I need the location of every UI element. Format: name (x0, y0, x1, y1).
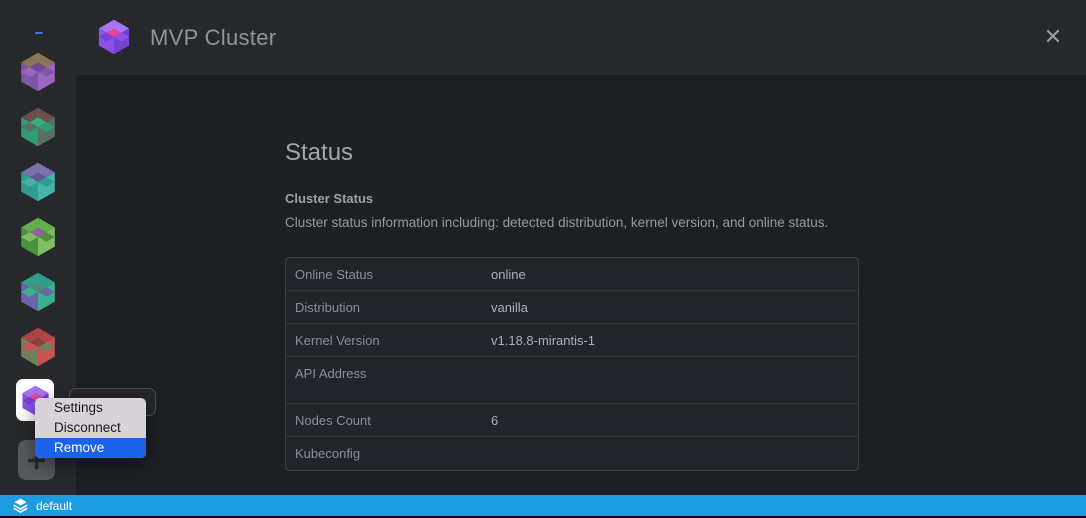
status-heading: Status (285, 139, 1086, 167)
menu-item-remove[interactable]: Remove (35, 438, 146, 458)
cluster-cube-icon (18, 327, 58, 367)
sidebar-item-cluster-6[interactable] (18, 327, 58, 367)
row-label: Kubeconfig (295, 446, 491, 461)
row-label: Online Status (295, 267, 491, 282)
table-row: Distribution vanilla (286, 291, 858, 324)
menu-item-disconnect[interactable]: Disconnect (35, 418, 146, 438)
sidebar-item-cluster-3[interactable] (18, 162, 58, 202)
table-row: API Address (286, 357, 858, 404)
cluster-status-description: Cluster status information including: de… (285, 215, 1086, 230)
sidebar-item-cluster-5[interactable] (18, 272, 58, 312)
sidebar-item-cluster-2[interactable] (18, 107, 58, 147)
table-row: Online Status online (286, 258, 858, 291)
status-bar: default (0, 495, 1086, 516)
row-value: online (491, 267, 526, 282)
cluster-status-table: Online Status online Distribution vanill… (285, 257, 859, 471)
table-row: Kubeconfig (286, 437, 858, 470)
cluster-status-title: Cluster Status (285, 191, 1086, 206)
row-value: 6 (491, 413, 498, 428)
sidebar-scroll-indicator (35, 32, 43, 34)
cluster-cube-icon (18, 162, 58, 202)
namespace-label[interactable]: default (36, 499, 72, 513)
row-value: vanilla (491, 300, 528, 315)
sidebar-item-cluster-4[interactable] (18, 217, 58, 257)
titlebar: MVP Cluster ✕ (0, 0, 1086, 75)
table-row: Kernel Version v1.18.8-mirantis-1 (286, 324, 858, 357)
close-icon[interactable]: ✕ (1041, 25, 1065, 49)
cluster-context-menu: Settings Disconnect Remove (35, 398, 146, 458)
row-label: Kernel Version (295, 333, 491, 348)
table-row: Nodes Count 6 (286, 404, 858, 437)
row-value: v1.18.8-mirantis-1 (491, 333, 595, 348)
sidebar-item-cluster-1[interactable] (18, 52, 58, 92)
page-title: MVP Cluster (150, 25, 276, 51)
namespace-layers-icon (12, 498, 29, 513)
row-label: Distribution (295, 300, 491, 315)
cluster-cube-icon (18, 217, 58, 257)
main-content: Status Cluster Status Cluster status inf… (76, 75, 1086, 495)
cluster-cube-icon (18, 107, 58, 147)
cluster-cube-icon (96, 19, 132, 55)
app-window: MVP Cluster ✕ Status Cluster Status Clus… (0, 0, 1086, 518)
row-label: Nodes Count (295, 413, 491, 428)
cluster-cube-icon (18, 52, 58, 92)
cluster-cube-icon (18, 272, 58, 312)
menu-item-settings[interactable]: Settings (35, 398, 146, 418)
row-label: API Address (295, 366, 491, 381)
